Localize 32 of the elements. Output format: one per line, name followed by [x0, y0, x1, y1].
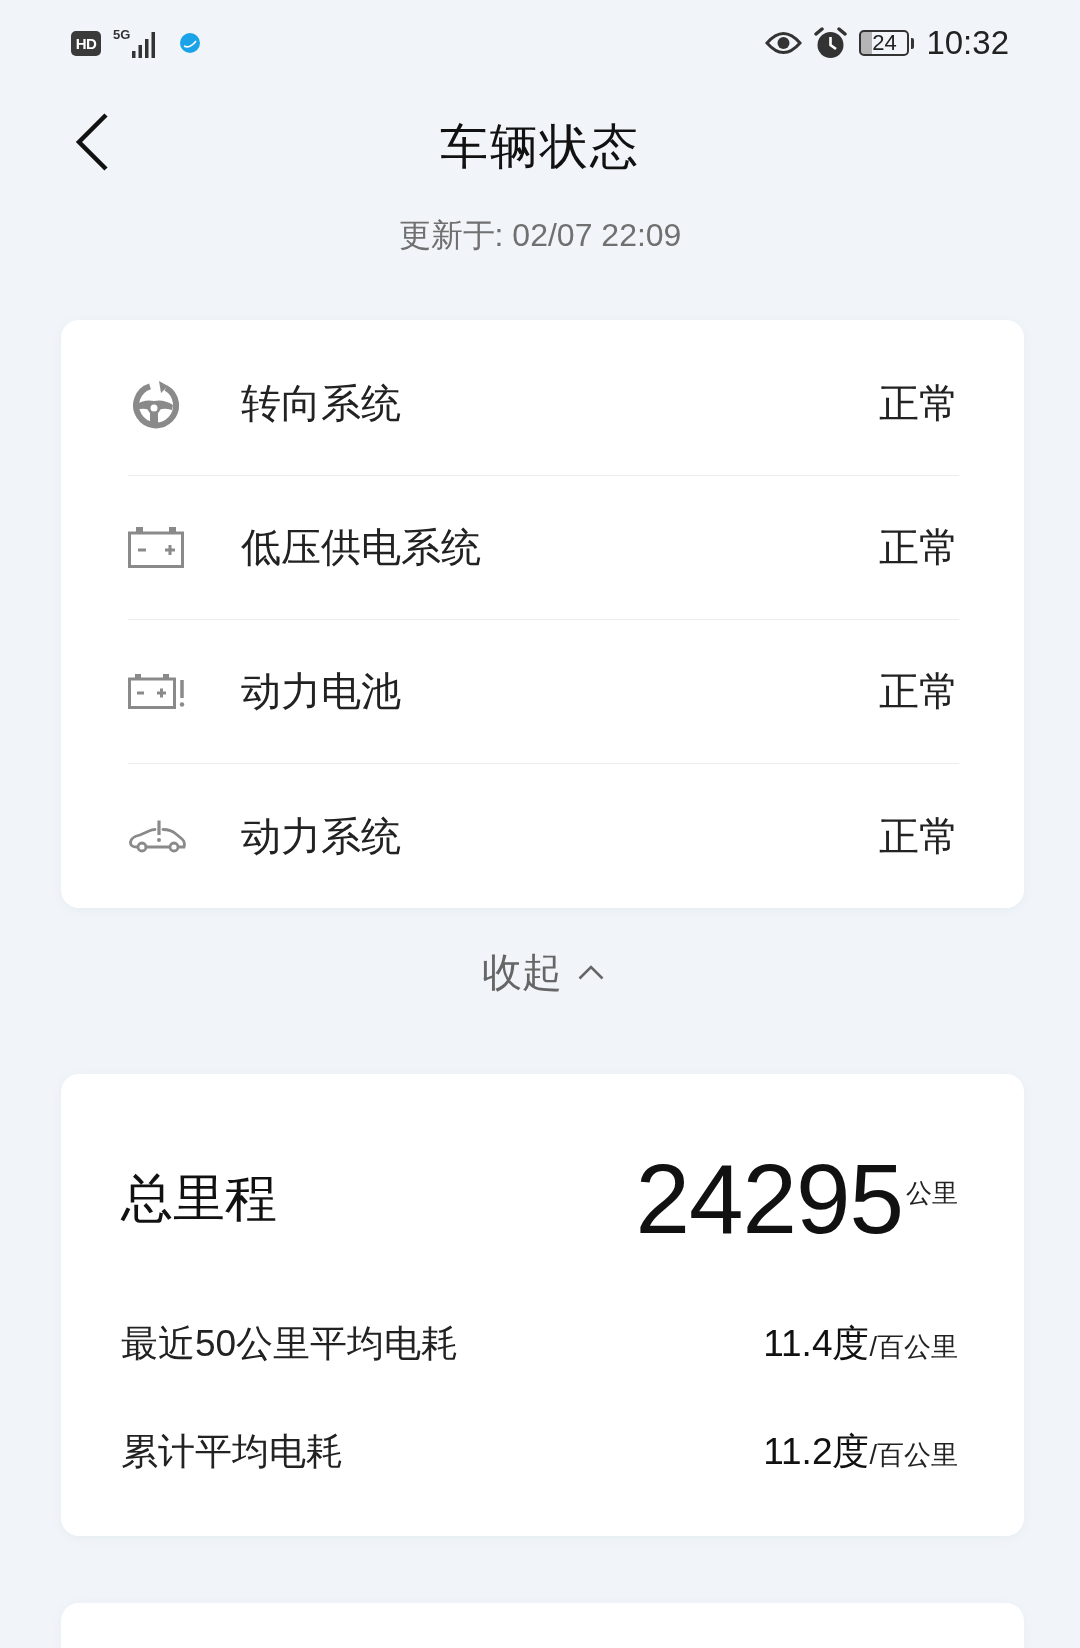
updated-time: 更新于: 02/07 22:09: [398, 216, 682, 255]
hd-badge: HD: [71, 30, 101, 56]
car-warning-icon: [128, 819, 187, 853]
mileage-value: 24295: [635, 1150, 903, 1248]
system-name: 动力系统: [241, 812, 401, 860]
clock-time: 10:32: [926, 24, 1009, 62]
consumption-value: 11.2度: [763, 1430, 870, 1474]
collapse-button[interactable]: 收起: [482, 947, 604, 997]
consumption-unit: /百公里: [869, 1440, 958, 1472]
alarm-clock-icon: [814, 27, 848, 59]
eye-icon: [765, 30, 803, 56]
system-status: 正常: [879, 812, 959, 860]
mileage-unit: 公里: [906, 1180, 958, 1206]
signal-icon: [132, 32, 157, 58]
consumption-label: 最近50公里平均电耗: [121, 1322, 459, 1366]
system-name: 低压供电系统: [241, 524, 481, 571]
system-status: 正常: [879, 524, 959, 571]
consumption-label: 累计平均电耗: [121, 1430, 343, 1474]
system-name: 动力电池: [241, 668, 401, 715]
battery-warning-icon: [128, 674, 186, 709]
page-title: 车辆状态: [440, 119, 640, 175]
consumption-unit: /百公里: [869, 1332, 958, 1364]
system-status: 正常: [879, 668, 959, 715]
system-status: 正常: [879, 380, 959, 427]
battery-indicator: 24: [859, 30, 915, 56]
consumption-value: 11.4度: [763, 1322, 870, 1366]
back-icon: [75, 113, 109, 171]
car-battery-icon: [128, 527, 184, 568]
mileage-label: 总里程: [121, 1168, 277, 1229]
system-name: 转向系统: [241, 380, 401, 427]
app-notification-icon: [180, 33, 201, 53]
network-label: 5G: [113, 28, 131, 42]
